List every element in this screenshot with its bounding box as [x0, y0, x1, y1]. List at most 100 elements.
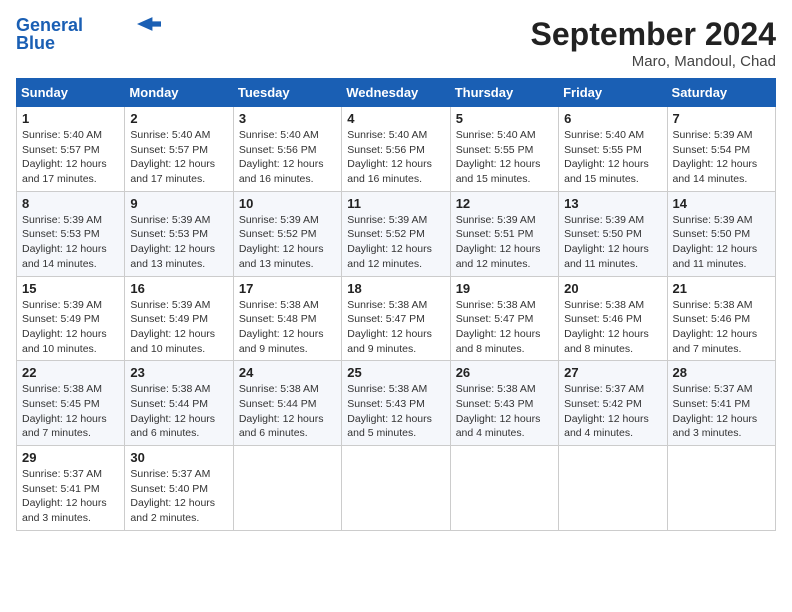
day-number: 30 — [130, 450, 227, 465]
calendar-cell: 30 Sunrise: 5:37 AM Sunset: 5:40 PM Dayli… — [125, 446, 233, 531]
day-info: Sunrise: 5:38 AM Sunset: 5:47 PM Dayligh… — [456, 298, 553, 357]
day-number: 26 — [456, 365, 553, 380]
day-number: 14 — [673, 196, 770, 211]
day-info: Sunrise: 5:38 AM Sunset: 5:47 PM Dayligh… — [347, 298, 444, 357]
calendar-cell: 22 Sunrise: 5:38 AM Sunset: 5:45 PM Dayli… — [17, 361, 125, 446]
day-number: 2 — [130, 111, 227, 126]
day-info: Sunrise: 5:39 AM Sunset: 5:54 PM Dayligh… — [673, 128, 770, 187]
weekday-header-wednesday: Wednesday — [342, 79, 450, 107]
weekday-header-monday: Monday — [125, 79, 233, 107]
weekday-header-thursday: Thursday — [450, 79, 558, 107]
logo: General Blue — [16, 16, 161, 54]
day-info: Sunrise: 5:37 AM Sunset: 5:41 PM Dayligh… — [673, 382, 770, 441]
calendar-cell: 15 Sunrise: 5:39 AM Sunset: 5:49 PM Dayli… — [17, 276, 125, 361]
day-number: 9 — [130, 196, 227, 211]
day-number: 15 — [22, 281, 119, 296]
calendar-cell — [450, 446, 558, 531]
calendar-cell: 9 Sunrise: 5:39 AM Sunset: 5:53 PM Daylig… — [125, 191, 233, 276]
calendar-cell: 18 Sunrise: 5:38 AM Sunset: 5:47 PM Dayli… — [342, 276, 450, 361]
title-area: September 2024 Maro, Mandoul, Chad — [531, 16, 776, 70]
month-title: September 2024 — [531, 16, 776, 53]
calendar-table: SundayMondayTuesdayWednesdayThursdayFrid… — [16, 78, 776, 531]
day-number: 4 — [347, 111, 444, 126]
day-info: Sunrise: 5:38 AM Sunset: 5:45 PM Dayligh… — [22, 382, 119, 441]
day-number: 23 — [130, 365, 227, 380]
day-info: Sunrise: 5:40 AM Sunset: 5:57 PM Dayligh… — [22, 128, 119, 187]
calendar-cell: 23 Sunrise: 5:38 AM Sunset: 5:44 PM Dayli… — [125, 361, 233, 446]
day-number: 6 — [564, 111, 661, 126]
logo-icon — [137, 17, 161, 31]
calendar-cell: 29Sunrise: 5:37 AM Sunset: 5:41 PM Dayli… — [17, 446, 125, 531]
calendar-cell: 26 Sunrise: 5:38 AM Sunset: 5:43 PM Dayli… — [450, 361, 558, 446]
calendar-cell: 25 Sunrise: 5:38 AM Sunset: 5:43 PM Dayli… — [342, 361, 450, 446]
calendar-cell — [233, 446, 341, 531]
calendar-cell: 13 Sunrise: 5:39 AM Sunset: 5:50 PM Dayli… — [559, 191, 667, 276]
day-info: Sunrise: 5:39 AM Sunset: 5:49 PM Dayligh… — [22, 298, 119, 357]
day-info: Sunrise: 5:38 AM Sunset: 5:43 PM Dayligh… — [456, 382, 553, 441]
calendar-cell: 16Sunrise: 5:39 AM Sunset: 5:49 PM Dayli… — [125, 276, 233, 361]
day-info: Sunrise: 5:39 AM Sunset: 5:50 PM Dayligh… — [673, 213, 770, 272]
calendar-cell: 11 Sunrise: 5:39 AM Sunset: 5:52 PM Dayli… — [342, 191, 450, 276]
weekday-header-friday: Friday — [559, 79, 667, 107]
day-number: 25 — [347, 365, 444, 380]
day-number: 24 — [239, 365, 336, 380]
calendar-cell: 3Sunrise: 5:40 AM Sunset: 5:56 PM Daylig… — [233, 107, 341, 192]
day-number: 19 — [456, 281, 553, 296]
day-info: Sunrise: 5:40 AM Sunset: 5:56 PM Dayligh… — [347, 128, 444, 187]
day-info: Sunrise: 5:37 AM Sunset: 5:40 PM Dayligh… — [130, 467, 227, 526]
day-number: 13 — [564, 196, 661, 211]
day-info: Sunrise: 5:40 AM Sunset: 5:57 PM Dayligh… — [130, 128, 227, 187]
calendar-cell: 20 Sunrise: 5:38 AM Sunset: 5:46 PM Dayli… — [559, 276, 667, 361]
day-info: Sunrise: 5:39 AM Sunset: 5:53 PM Dayligh… — [130, 213, 227, 272]
calendar-cell — [559, 446, 667, 531]
day-info: Sunrise: 5:37 AM Sunset: 5:42 PM Dayligh… — [564, 382, 661, 441]
calendar-cell: 28 Sunrise: 5:37 AM Sunset: 5:41 PM Dayli… — [667, 361, 775, 446]
calendar-week-row: 1 Sunrise: 5:40 AM Sunset: 5:57 PM Daylig… — [17, 107, 776, 192]
day-info: Sunrise: 5:38 AM Sunset: 5:46 PM Dayligh… — [564, 298, 661, 357]
calendar-cell: 21 Sunrise: 5:38 AM Sunset: 5:46 PM Dayli… — [667, 276, 775, 361]
calendar-cell: 6 Sunrise: 5:40 AM Sunset: 5:55 PM Daylig… — [559, 107, 667, 192]
day-info: Sunrise: 5:39 AM Sunset: 5:50 PM Dayligh… — [564, 213, 661, 272]
weekday-header-tuesday: Tuesday — [233, 79, 341, 107]
day-number: 21 — [673, 281, 770, 296]
calendar-cell: 4 Sunrise: 5:40 AM Sunset: 5:56 PM Daylig… — [342, 107, 450, 192]
day-info: Sunrise: 5:38 AM Sunset: 5:44 PM Dayligh… — [130, 382, 227, 441]
day-info: Sunrise: 5:40 AM Sunset: 5:56 PM Dayligh… — [239, 128, 336, 187]
day-number: 10 — [239, 196, 336, 211]
calendar-cell: 14 Sunrise: 5:39 AM Sunset: 5:50 PM Dayli… — [667, 191, 775, 276]
calendar-cell: 17Sunrise: 5:38 AM Sunset: 5:48 PM Dayli… — [233, 276, 341, 361]
calendar-cell — [342, 446, 450, 531]
day-number: 1 — [22, 111, 119, 126]
day-info: Sunrise: 5:40 AM Sunset: 5:55 PM Dayligh… — [456, 128, 553, 187]
day-info: Sunrise: 5:39 AM Sunset: 5:52 PM Dayligh… — [347, 213, 444, 272]
calendar-cell: 1 Sunrise: 5:40 AM Sunset: 5:57 PM Daylig… — [17, 107, 125, 192]
day-info: Sunrise: 5:38 AM Sunset: 5:43 PM Dayligh… — [347, 382, 444, 441]
day-info: Sunrise: 5:39 AM Sunset: 5:52 PM Dayligh… — [239, 213, 336, 272]
calendar-week-row: 8Sunrise: 5:39 AM Sunset: 5:53 PM Daylig… — [17, 191, 776, 276]
day-number: 17 — [239, 281, 336, 296]
calendar-cell: 2 Sunrise: 5:40 AM Sunset: 5:57 PM Daylig… — [125, 107, 233, 192]
calendar-cell: 12 Sunrise: 5:39 AM Sunset: 5:51 PM Dayli… — [450, 191, 558, 276]
day-info: Sunrise: 5:39 AM Sunset: 5:49 PM Dayligh… — [130, 298, 227, 357]
day-info: Sunrise: 5:40 AM Sunset: 5:55 PM Dayligh… — [564, 128, 661, 187]
page-header: General Blue September 2024 Maro, Mandou… — [16, 16, 776, 70]
logo-blue-text: Blue — [16, 34, 55, 54]
day-number: 29 — [22, 450, 119, 465]
calendar-cell: 8Sunrise: 5:39 AM Sunset: 5:53 PM Daylig… — [17, 191, 125, 276]
calendar-cell: 24Sunrise: 5:38 AM Sunset: 5:44 PM Dayli… — [233, 361, 341, 446]
day-number: 18 — [347, 281, 444, 296]
day-number: 7 — [673, 111, 770, 126]
calendar-cell: 27Sunrise: 5:37 AM Sunset: 5:42 PM Dayli… — [559, 361, 667, 446]
day-number: 20 — [564, 281, 661, 296]
day-info: Sunrise: 5:39 AM Sunset: 5:51 PM Dayligh… — [456, 213, 553, 272]
calendar-cell: 19 Sunrise: 5:38 AM Sunset: 5:47 PM Dayli… — [450, 276, 558, 361]
calendar-week-row: 22 Sunrise: 5:38 AM Sunset: 5:45 PM Dayli… — [17, 361, 776, 446]
day-info: Sunrise: 5:38 AM Sunset: 5:46 PM Dayligh… — [673, 298, 770, 357]
day-number: 28 — [673, 365, 770, 380]
weekday-header-sunday: Sunday — [17, 79, 125, 107]
calendar-cell: 7 Sunrise: 5:39 AM Sunset: 5:54 PM Daylig… — [667, 107, 775, 192]
day-number: 22 — [22, 365, 119, 380]
day-number: 12 — [456, 196, 553, 211]
calendar-header-row: SundayMondayTuesdayWednesdayThursdayFrid… — [17, 79, 776, 107]
day-number: 11 — [347, 196, 444, 211]
